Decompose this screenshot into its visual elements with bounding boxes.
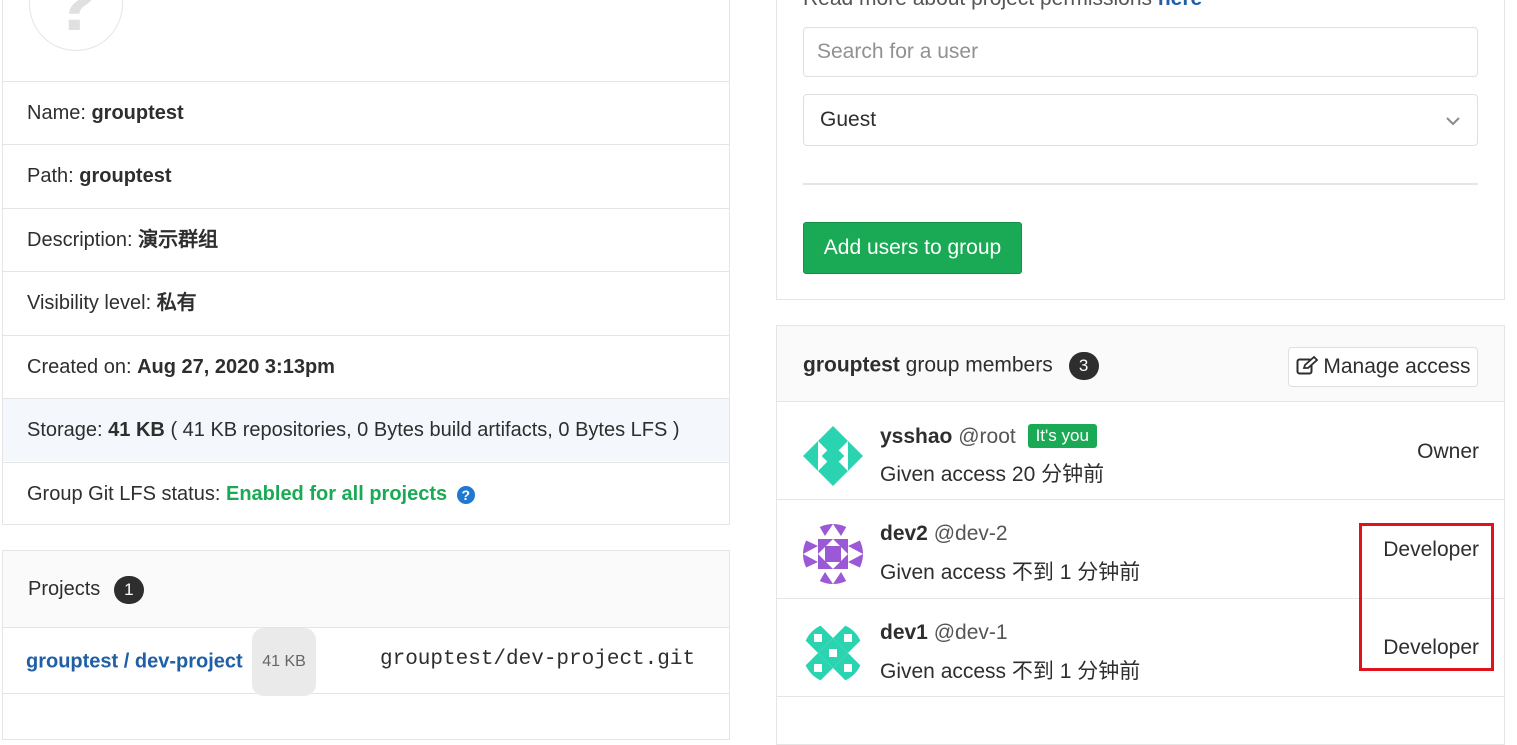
member-username: @dev-2 (933, 522, 1008, 545)
avatar (803, 524, 863, 584)
lfs-value: Enabled for all projects (225, 483, 448, 505)
name-value: grouptest (91, 102, 184, 124)
permissions-text: Read more about project permissions (803, 0, 1152, 10)
lfs-label: Group Git LFS status: (27, 483, 221, 505)
project-link[interactable]: grouptest / dev-project (26, 650, 243, 672)
storage-value: 41 KB (108, 419, 165, 441)
projects-panel: Projects 1 grouptest / dev-project 41 KB… (2, 550, 730, 740)
member-row: ysshao @root It's you Given access 20 分钟… (777, 401, 1504, 500)
path-value: grouptest (79, 165, 172, 187)
member-access-time: Given access 不到 1 分钟前 (880, 561, 1141, 584)
path-label: Path: (27, 165, 74, 187)
member-name-line: dev2 @dev-2 (880, 522, 1008, 546)
role-select[interactable]: Guest (803, 94, 1478, 146)
member-access-time: Given access 20 分钟前 (880, 463, 1105, 486)
member-name[interactable]: dev1 (880, 621, 928, 644)
member-name-line: dev1 @dev-1 (880, 621, 1008, 645)
avatar (803, 426, 863, 486)
group-avatar-placeholder: ? (29, 0, 123, 51)
role-highlight-box (1359, 523, 1494, 671)
visibility-label: Visibility level: (27, 292, 152, 314)
its-you-badge: It's you (1027, 424, 1097, 448)
pencil-square-icon (1296, 355, 1318, 375)
user-search-input[interactable] (803, 27, 1478, 77)
member-access-time: Given access 不到 1 分钟前 (880, 660, 1141, 683)
divider (803, 183, 1478, 185)
members-title: grouptest group members 3 (803, 352, 1099, 380)
created-value: Aug 27, 2020 3:13pm (137, 356, 335, 378)
manage-access-button[interactable]: Manage access (1288, 347, 1478, 387)
members-count-badge: 3 (1068, 352, 1099, 380)
members-title-suffix: group members (905, 353, 1053, 377)
avatar (803, 623, 863, 683)
add-users-button[interactable]: Add users to group (803, 222, 1022, 274)
info-created: Created on: Aug 27, 2020 3:13pm (3, 335, 729, 398)
projects-header: Projects 1 (3, 551, 729, 627)
member-name-line: ysshao @root It's you (880, 424, 1097, 449)
member-username: @root (958, 425, 1016, 448)
group-info-panel: ? Name: grouptest Path: grouptest Descri… (2, 0, 730, 525)
info-description: Description: 演示群组 (3, 208, 729, 271)
member-role: Owner (1417, 440, 1479, 463)
member-username: @dev-1 (933, 621, 1008, 644)
members-group-name: grouptest (803, 353, 900, 377)
description-value: 演示群组 (138, 229, 219, 251)
manage-access-label: Manage access (1323, 355, 1471, 378)
project-row: grouptest / dev-project 41 KB grouptest/… (3, 627, 729, 696)
permissions-link[interactable]: here (1158, 0, 1202, 10)
info-storage: Storage: 41 KB ( 41 KB repositories, 0 B… (3, 398, 729, 461)
visibility-value: 私有 (156, 292, 197, 314)
info-visibility: Visibility level: 私有 (3, 271, 729, 334)
help-icon[interactable]: ? (456, 485, 475, 504)
storage-detail: ( 41 KB repositories, 0 Bytes build arti… (170, 419, 680, 441)
question-mark-icon: ? (52, 0, 100, 47)
info-path: Path: grouptest (3, 144, 729, 207)
created-label: Created on: (27, 356, 132, 378)
member-name[interactable]: dev2 (880, 522, 928, 545)
description-label: Description: (27, 229, 133, 251)
permissions-hint: Read more about project permissions here (803, 0, 1202, 11)
info-name: Name: grouptest (3, 81, 729, 144)
projects-title: Projects (28, 578, 101, 600)
role-select-value: Guest (820, 108, 877, 131)
project-size-badge: 41 KB (252, 628, 316, 696)
name-label: Name: (27, 102, 86, 124)
projects-count-badge: 1 (113, 575, 144, 604)
chevron-down-icon (1446, 117, 1460, 126)
storage-label: Storage: (27, 419, 103, 441)
project-git-path: grouptest/dev-project.git (380, 648, 696, 671)
member-name[interactable]: ysshao (880, 425, 952, 448)
info-lfs-status: Group Git LFS status: Enabled for all pr… (3, 462, 729, 525)
